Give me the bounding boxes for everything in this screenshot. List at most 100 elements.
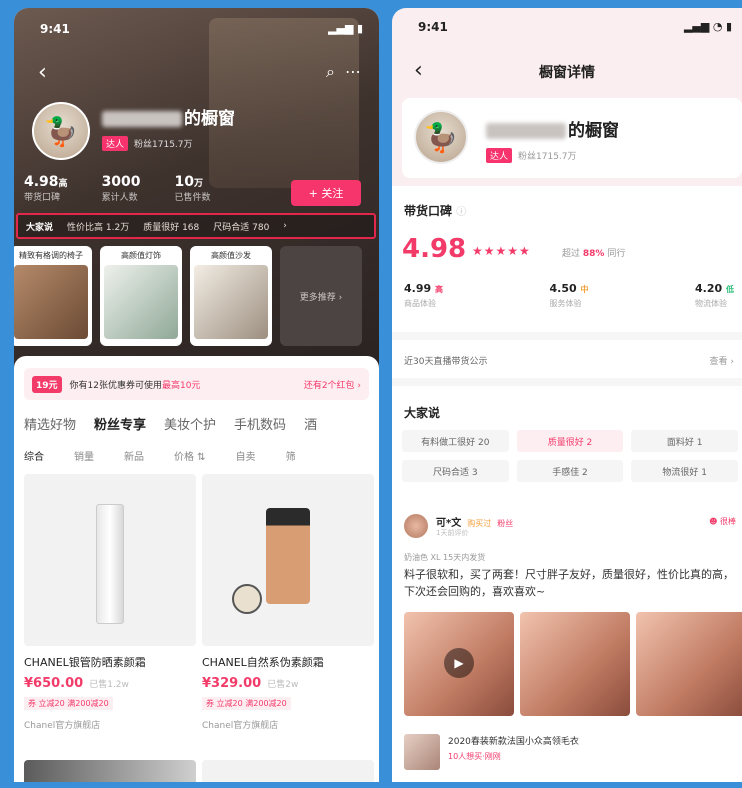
review-date: 1天前评价 — [436, 529, 469, 537]
review-tag[interactable]: 面料好 1 — [631, 430, 738, 452]
coupon-banner[interactable]: 19元 你有12张优惠券可使用 最高10元 还有2个红包 › — [24, 368, 369, 400]
promo-tag: 券 立减20 满200减20 — [24, 697, 113, 710]
live-notice-row[interactable]: 近30天直播带货公示 查看 › — [404, 354, 734, 367]
review-text: 料子很软和，买了两套！尺寸胖子友好，质量很好，性价比真的高，下次还会回购的，喜欢… — [404, 568, 734, 598]
review-tag[interactable]: 手感佳 2 — [516, 460, 624, 482]
status-time: 9:41 — [40, 22, 70, 36]
tab-fans-exclusive[interactable]: 粉丝专享 — [94, 414, 146, 433]
product-price: ¥329.00 已售2w — [202, 676, 299, 691]
product-price: ¥650.00 已售1.2w — [24, 676, 129, 691]
review-spec: 奶油色 XL 15天内发货 — [404, 553, 486, 562]
reviewer-avatar — [404, 514, 428, 538]
everyone-says-heading: 大家说 — [404, 406, 441, 420]
avatar[interactable]: 🦆 — [32, 102, 90, 160]
product-card[interactable]: CHANEL银管防晒素颜霜 ¥650.00 已售1.2w 券 立减20 满200减… — [24, 474, 196, 734]
sort-filters: 综合 销量 新品 价格 ⇅ 自卖 筛 — [24, 448, 296, 463]
shop-meta: 达人 粉丝1715.7万 — [486, 144, 577, 163]
blurred-name — [102, 111, 182, 127]
tab-digital[interactable]: 手机数码 — [234, 414, 286, 433]
shop-card[interactable]: 🦆 的橱窗 达人 粉丝1715.7万 — [402, 98, 742, 178]
top-actions: ⌕ ⋯ — [326, 62, 361, 82]
blurred-name — [486, 123, 566, 139]
status-time: 9:41 — [418, 20, 448, 34]
page-title: 橱窗详情 — [539, 65, 595, 81]
promo-tag: 券 立减20 满200减20 — [202, 697, 291, 710]
shop-name: 的橱窗 — [486, 116, 619, 141]
foundation-bottle — [266, 508, 310, 604]
beat-peers: 超过 88% 同行 — [562, 249, 626, 259]
star-icons: ★★★★★ — [472, 244, 531, 258]
review-badge: ☻ 很棒 — [709, 517, 736, 526]
shop-name: Chanel官方旗舰店 — [24, 721, 101, 731]
sub-score-product: 4.99 高商品体验 — [404, 282, 443, 308]
shop-header: 9:41 ▂▄▆ ▮ ‹ ⌕ ⋯ 🦆 的橱窗 达人 粉丝1715.7万 4.98高… — [14, 8, 379, 368]
tab-selected-goods[interactable]: 精选好物 — [24, 414, 76, 433]
category-card[interactable]: 高颜值灯饰 — [100, 246, 182, 346]
category-card[interactable]: 高颜值沙发 — [190, 246, 272, 346]
product-section: 19元 你有12张优惠券可使用 最高10元 还有2个红包 › 精选好物 粉丝专享 … — [14, 356, 379, 782]
sub-scores: 4.99 高商品体验 4.50 中服务体验 4.20 低物流体验 — [404, 282, 734, 309]
serum-bottle — [96, 504, 124, 624]
review-tag[interactable]: 质量很好 2 — [516, 430, 624, 452]
talent-tag: 达人 — [102, 136, 129, 151]
page: 9:41 ▂▄▆ ▮ ‹ ⌕ ⋯ 🦆 的橱窗 达人 粉丝1715.7万 4.98高… — [0, 0, 742, 788]
more-icon[interactable]: ⋯ — [345, 62, 361, 82]
sub-score-logistics: 4.20 低物流体验 — [695, 282, 734, 308]
tab-wine[interactable]: 酒 — [304, 414, 317, 433]
divider — [392, 378, 742, 386]
next-product-image — [202, 760, 374, 782]
filter-overall[interactable]: 综合 — [24, 448, 44, 463]
review-photo[interactable] — [520, 612, 630, 716]
stat-sold: 10万 已售件数 — [174, 174, 211, 203]
shop-meta: 达人 粉丝1715.7万 — [102, 132, 193, 151]
review-tag[interactable]: 物流很好 1 — [631, 460, 738, 482]
view-link[interactable]: 查看 › — [710, 354, 734, 367]
play-icon[interactable]: ▶ — [444, 648, 474, 678]
product-image — [202, 474, 374, 646]
chair-image — [14, 265, 88, 339]
reviewer-name: 可*文 购买过 粉丝 — [436, 518, 514, 529]
shop-detail-screen: 9:41 ▂▄▆ ◔ ▮ ‹ 橱窗详情 🦆 的橱窗 达人 粉丝1715.7万 带货… — [392, 8, 742, 782]
category-cards: 精致有格调的椅子 高颜值灯饰 高颜值沙发 更多推荐 › — [14, 246, 362, 346]
stat-people: 3000 累计人数 — [101, 174, 141, 203]
related-product[interactable]: 2020春装新款法国小众高领毛衣 10人想买·刚刚 — [404, 734, 734, 780]
tab-beauty[interactable]: 美妆个护 — [164, 414, 216, 433]
foundation-cap — [232, 584, 262, 614]
search-icon[interactable]: ⌕ — [326, 62, 335, 82]
status-icons: ▂▄▆ ▮ — [328, 22, 363, 35]
next-product-image — [24, 760, 196, 782]
status-icons: ▂▄▆ ◔ ▮ — [683, 20, 732, 33]
review-photos: ▶ — [404, 612, 742, 716]
shop-window-screen: 9:41 ▂▄▆ ▮ ‹ ⌕ ⋯ 🦆 的橱窗 达人 粉丝1715.7万 4.98高… — [14, 8, 379, 782]
coupon-badge: 19元 — [32, 375, 62, 393]
category-card[interactable]: 精致有格调的椅子 — [14, 246, 92, 346]
shop-stats: 4.98高 带货口碑 3000 累计人数 10万 已售件数 — [24, 174, 211, 203]
stat-rating: 4.98高 带货口碑 — [24, 174, 68, 203]
review-photo[interactable] — [636, 612, 742, 716]
filter-sales[interactable]: 销量 — [74, 448, 94, 463]
back-icon[interactable]: ‹ — [38, 60, 47, 85]
related-product-thumb — [404, 734, 440, 770]
sub-score-service: 4.50 中服务体验 — [549, 282, 589, 308]
filter-new[interactable]: 新品 — [124, 448, 144, 463]
more-cards-button[interactable]: 更多推荐 › — [280, 246, 362, 346]
coupon-link[interactable]: 还有2个红包 › — [304, 378, 361, 391]
reputation-heading: 带货口碑 ⓘ — [404, 204, 467, 218]
product-image — [24, 474, 196, 646]
follow-button[interactable]: + 关注 — [291, 180, 361, 206]
filter-price[interactable]: 价格 ⇅ — [174, 448, 206, 463]
review-tag[interactable]: 有料做工很好 20 — [402, 430, 509, 452]
category-tabs: 精选好物 粉丝专享 美妆个护 手机数码 酒 — [24, 414, 317, 433]
filter-more[interactable]: 筛 — [286, 448, 296, 463]
review-tag[interactable]: 尺码合适 3 — [402, 460, 509, 482]
ratings-bar[interactable]: 大家说 性价比高 1.2万 质量很好 168 尺码合适 780 › — [16, 213, 376, 239]
chevron-right-icon: › — [283, 221, 287, 231]
avatar: 🦆 — [414, 110, 468, 164]
filter-self[interactable]: 自卖 — [236, 448, 256, 463]
review-photo[interactable]: ▶ — [404, 612, 514, 716]
lamp-image — [104, 265, 178, 339]
related-product-sub: 10人想买·刚刚 — [448, 752, 501, 761]
product-card[interactable]: CHANEL自然系伪素颜霜 ¥329.00 已售2w 券 立减20 满200减20… — [202, 474, 374, 734]
info-icon[interactable]: ⓘ — [456, 207, 466, 218]
header-background-image — [209, 18, 359, 188]
